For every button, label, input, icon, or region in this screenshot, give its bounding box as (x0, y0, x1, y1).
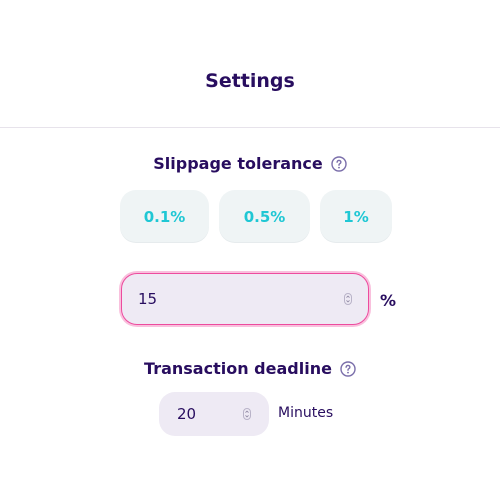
deadline-heading-label: Transaction deadline (144, 359, 332, 378)
slippage-preset-0-5-button[interactable]: 0.5% (219, 190, 310, 243)
question-circle-icon[interactable] (340, 360, 356, 377)
deadline-input[interactable]: 20 (159, 392, 269, 436)
question-circle-icon[interactable] (331, 155, 347, 172)
slippage-unit-label: % (380, 291, 397, 310)
number-spinner-icon[interactable] (243, 408, 251, 420)
header-divider (0, 127, 500, 128)
slippage-preset-row: 0.1% 0.5% 1% (120, 190, 392, 243)
deadline-heading: Transaction deadline (0, 359, 500, 378)
slippage-input-value[interactable]: 15 (138, 290, 344, 308)
number-spinner-icon[interactable] (344, 293, 352, 305)
deadline-unit-label: Minutes (278, 405, 334, 421)
slippage-input[interactable]: 15 (121, 273, 369, 325)
deadline-input-value[interactable]: 20 (177, 405, 243, 423)
settings-title: Settings (205, 70, 295, 92)
slippage-preset-0-1-button[interactable]: 0.1% (120, 190, 209, 243)
slippage-heading: Slippage tolerance (0, 154, 500, 173)
slippage-preset-1-button[interactable]: 1% (320, 190, 392, 243)
slippage-heading-label: Slippage tolerance (153, 154, 323, 173)
